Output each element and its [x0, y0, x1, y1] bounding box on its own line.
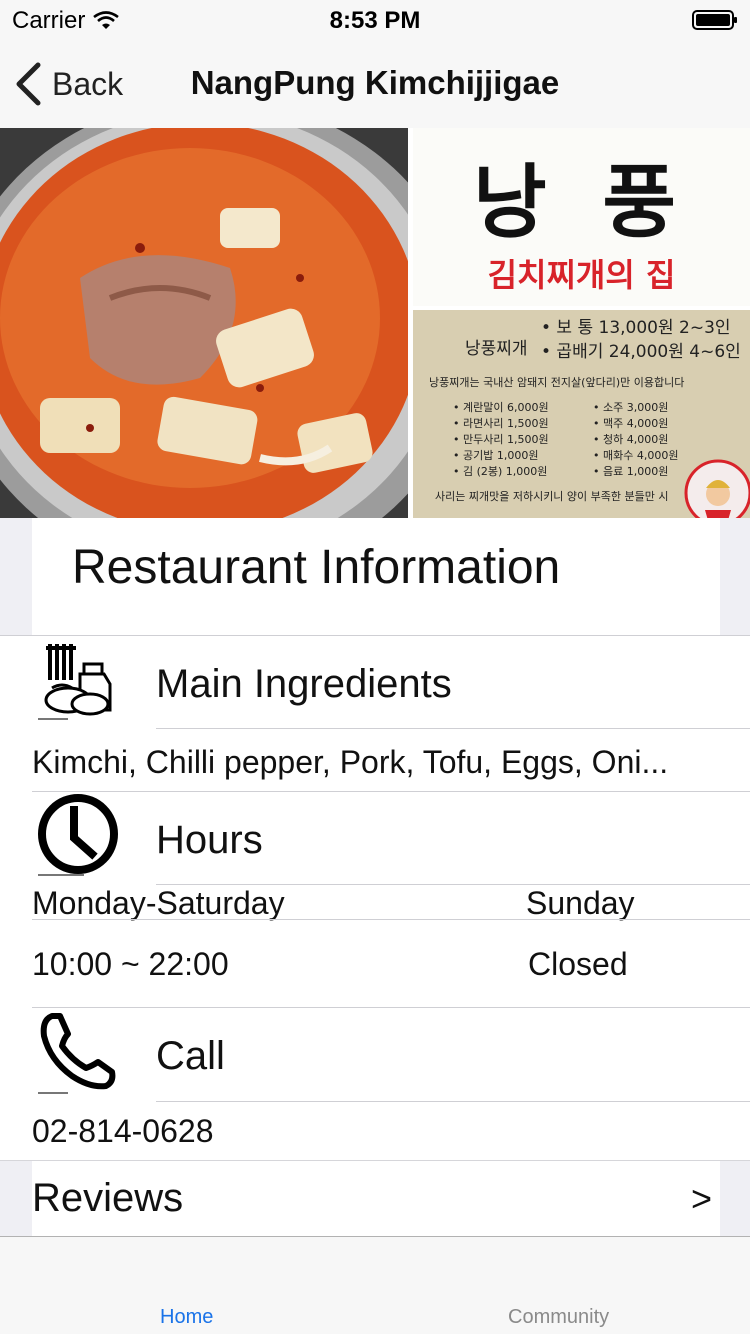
photo-gallery: 낭 풍 김치찌개의 집 낭풍찌개 • 보 통 13,000원 2~3인 • 곱배…: [0, 128, 750, 518]
hours-weekday-value: 10:00 ~ 22:00: [32, 946, 229, 982]
tab-bar: Home Community: [0, 1236, 750, 1334]
chevron-left-icon: [16, 62, 41, 106]
hours-weekend-value: Closed: [528, 946, 628, 982]
status-bar: Carrier 8:53 PM: [0, 0, 750, 40]
menu-item: • 소주 3,000원: [593, 401, 669, 414]
stew-photo[interactable]: [0, 128, 408, 518]
tab-community[interactable]: Community: [375, 1237, 750, 1334]
kimchi-stew-image: [0, 128, 408, 518]
hours-weekday-header: Monday-Saturday: [32, 885, 285, 921]
divider: [156, 728, 750, 729]
page-title: NangPung Kimchijjigae: [190, 64, 560, 101]
back-button[interactable]: Back: [14, 60, 123, 108]
ingredients-icon: [38, 644, 112, 720]
chevron-right-icon: >: [690, 1178, 712, 1219]
menu-item: • 계란말이 6,000원: [453, 401, 549, 414]
menu-left-column: • 계란말이 6,000원 • 라면사리 1,500원 • 만두사리 1,500…: [453, 400, 549, 480]
menu-footer: 사리는 찌개맛을 저하시키니 양이 부족한 분들만 시: [435, 490, 669, 503]
menu-item: • 음료 1,000원: [593, 465, 669, 478]
clock-icon: [38, 794, 118, 876]
call-label[interactable]: Call: [156, 1034, 225, 1079]
restaurant-sign-photo[interactable]: 낭 풍 김치찌개의 집: [413, 128, 750, 306]
navigation-bar: Back NangPung Kimchijjigae: [0, 40, 750, 128]
menu-item: • 라면사리 1,500원: [453, 417, 549, 430]
phone-icon[interactable]: [36, 1010, 120, 1096]
divider: [32, 1007, 750, 1008]
ingredients-value: Kimchi, Chilli pepper, Pork, Tofu, Eggs,…: [32, 744, 669, 780]
menu-prices: • 보 통 13,000원 2~3인 • 곱배기 24,000원 4~6인: [541, 316, 741, 364]
menu-main-item: 낭풍찌개: [465, 339, 528, 359]
reviews-label: Reviews: [32, 1176, 184, 1220]
menu-item: • 맥주 4,000원: [593, 417, 669, 430]
phone-number[interactable]: 02-814-0628: [32, 1113, 213, 1150]
menu-item: • 김 (2봉) 1,000원: [453, 465, 548, 478]
menu-right-column: • 소주 3,000원 • 맥주 4,000원 • 청하 4,000원 • 매화…: [593, 400, 678, 480]
menu-item: • 공기밥 1,000원: [453, 449, 539, 462]
menu-price-line: • 보 통 13,000원 2~3인: [541, 318, 731, 338]
section-title: Restaurant Information: [72, 541, 561, 594]
divider: [0, 1160, 750, 1161]
divider: [32, 791, 750, 792]
sign-name: 낭 풍: [472, 155, 691, 249]
tab-community-label: Community: [508, 1306, 610, 1328]
menu-item: • 만두사리 1,500원: [453, 433, 549, 446]
menu-item: • 매화수 4,000원: [593, 449, 679, 462]
menu-board-photo[interactable]: 낭풍찌개 • 보 통 13,000원 2~3인 • 곱배기 24,000원 4~…: [413, 310, 750, 518]
sign-subtitle: 김치찌개의 집: [487, 256, 676, 294]
hours-weekend-header: Sunday: [526, 885, 635, 921]
clock: 8:53 PM: [329, 7, 421, 34]
back-label: Back: [52, 65, 124, 102]
ingredients-label: Main Ingredients: [156, 662, 452, 706]
menu-notice: 낭풍찌개는 국내산 암돼지 전지살(앞다리)만 이용합니다: [429, 376, 685, 389]
menu-item: • 청하 4,000원: [593, 433, 669, 446]
reviews-row[interactable]: Reviews >: [32, 1160, 720, 1236]
stamp-icon: [684, 459, 750, 518]
menu-price-line: • 곱배기 24,000원 4~6인: [541, 342, 741, 362]
tab-home-label: Home: [160, 1306, 214, 1328]
hours-label: Hours: [156, 818, 263, 862]
divider: [32, 919, 750, 920]
divider: [156, 1101, 750, 1102]
tab-home[interactable]: Home: [0, 1237, 375, 1334]
divider: [0, 635, 750, 636]
battery-icon: [692, 10, 737, 30]
